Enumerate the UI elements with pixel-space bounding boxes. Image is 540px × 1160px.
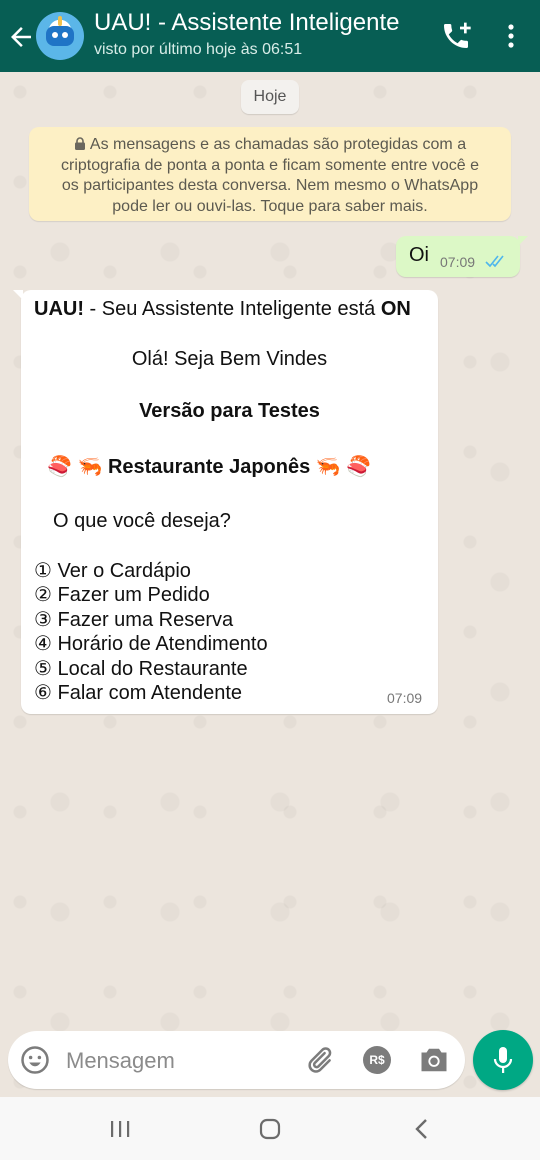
- menu-option: ② Fazer um Pedido: [34, 584, 210, 606]
- camera-icon[interactable]: [419, 1046, 449, 1074]
- notice-text-1: As mensagens e as chamadas são protegida…: [89, 136, 467, 153]
- emoji-icon[interactable]: [20, 1045, 50, 1075]
- bot-header-line: UAU! - Seu Assistente Inteligente está O…: [34, 298, 411, 321]
- home-icon[interactable]: [259, 1118, 281, 1140]
- encryption-notice[interactable]: As mensagens e as chamadas são protegida…: [29, 127, 511, 221]
- robot-icon: [46, 26, 74, 46]
- robot-eye: [52, 32, 58, 38]
- question-line: O que você deseja?: [53, 510, 231, 532]
- notice-line-3: os participantes desta conversa. Nem mes…: [61, 177, 479, 194]
- robot-eye: [62, 32, 68, 38]
- attach-icon[interactable]: [304, 1045, 334, 1075]
- bot-status: ON: [380, 298, 411, 320]
- date-chip: Hoje: [241, 80, 299, 114]
- last-seen-status: visto por último hoje às 06:51: [94, 41, 303, 58]
- notice-line-4: pode ler ou ouvi-las. Toque para saber m…: [112, 197, 428, 215]
- robot-antenna: [58, 16, 62, 26]
- sushi-shrimp-emoji: 🍣 🦐: [47, 456, 103, 478]
- restaurant-line: 🍣 🦐 Restaurante Japonês 🦐 🍣: [47, 454, 371, 479]
- bot-header-text: - Seu Assistente Inteligente está: [84, 298, 381, 320]
- bot-name: UAU!: [34, 298, 84, 320]
- payment-icon[interactable]: R$: [363, 1046, 391, 1074]
- chat-header: UAU! - Assistente Inteligente visto por …: [0, 0, 540, 72]
- nav-back-icon[interactable]: [412, 1117, 432, 1141]
- message-composer: R$: [8, 1031, 465, 1089]
- outgoing-message-text: Oi: [409, 244, 429, 266]
- read-ticks-icon: [485, 255, 504, 268]
- back-arrow-icon[interactable]: [6, 22, 36, 52]
- restaurant-name: Restaurante Japonês: [107, 456, 311, 478]
- mic-icon: [493, 1047, 513, 1073]
- message-input[interactable]: [64, 1043, 288, 1079]
- outgoing-message-time: 07:09: [440, 254, 476, 270]
- greeting-line: Olá! Seja Bem Vindes: [131, 348, 328, 370]
- notice-line-2: criptografia de ponta a ponta e ficam so…: [60, 156, 480, 174]
- shrimp-sushi-emoji: 🦐 🍣: [315, 456, 372, 478]
- menu-option: ③ Fazer uma Reserva: [34, 609, 234, 631]
- contact-name[interactable]: UAU! - Assistente Inteligente: [94, 9, 399, 37]
- menu-option: ① Ver o Cardápio: [34, 560, 191, 582]
- more-vert-icon[interactable]: [500, 22, 522, 50]
- add-call-icon[interactable]: [440, 20, 472, 52]
- avatar[interactable]: [36, 12, 84, 60]
- notice-line-1: As mensagens e as chamadas são protegida…: [45, 135, 495, 156]
- incoming-message-time: 07:09: [387, 690, 423, 706]
- outgoing-message[interactable]: Oi 07:09: [396, 236, 528, 277]
- recent-apps-icon[interactable]: [108, 1119, 132, 1139]
- system-nav-bar: [0, 1097, 540, 1160]
- menu-option: ⑥ Falar com Atendente: [34, 682, 243, 704]
- menu-option: ⑤ Local do Restaurante: [34, 658, 248, 680]
- voice-message-button[interactable]: [473, 1030, 533, 1090]
- menu-option: ④ Horário de Atendimento: [34, 633, 268, 655]
- lock-icon: [74, 137, 85, 150]
- version-line: Versão para Testes: [139, 400, 320, 422]
- incoming-message[interactable]: UAU! - Seu Assistente Inteligente está O…: [13, 290, 438, 714]
